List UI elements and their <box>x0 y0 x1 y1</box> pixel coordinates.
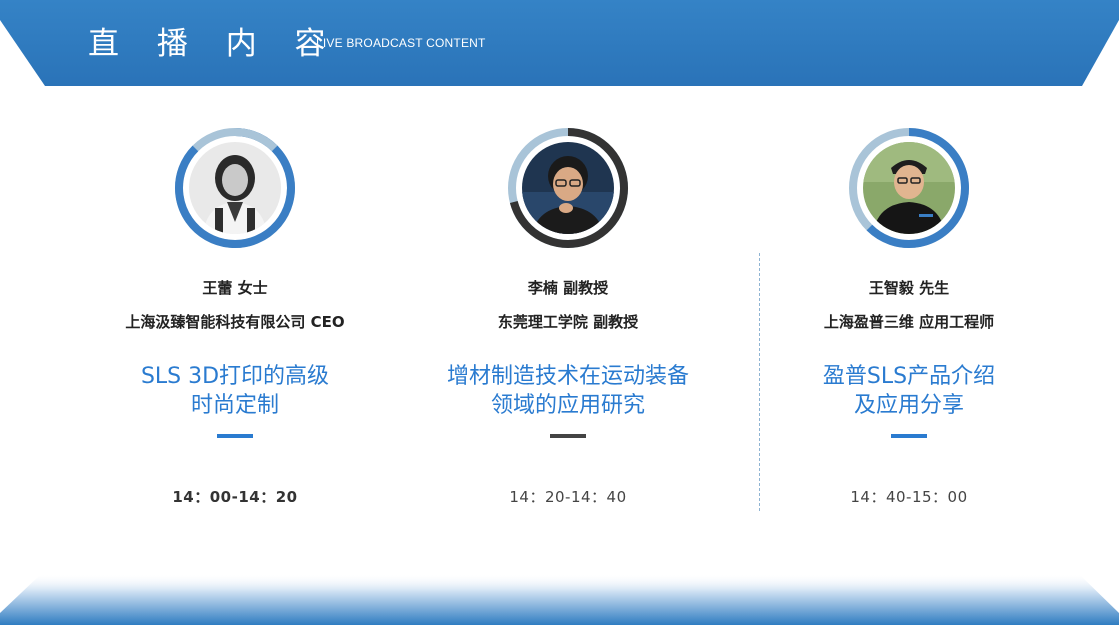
talk-title: 增材制造技术在运动装备 领域的应用研究 <box>388 362 748 420</box>
time-slot: 14：40-15：00 <box>850 488 968 506</box>
accent-bar <box>550 434 586 438</box>
talk-title-line: 时尚定制 <box>190 393 279 418</box>
talk-title: 盈普SLS产品介绍 及应用分享 <box>729 362 1089 420</box>
talk-title-line: 增材制造技术在运动装备 <box>446 364 689 389</box>
speaker-card-1: 王蕾 女士 上海汲臻智能科技有限公司 CEO SLS 3D打印的高级 时尚定制 … <box>55 126 415 507</box>
talk-title-line: 及应用分享 <box>853 393 964 418</box>
avatar-frame <box>173 126 297 250</box>
accent-bar <box>891 434 927 438</box>
speaker-organization: 上海盈普三维 应用工程师 <box>823 313 995 331</box>
time-slot: 14：00-14：20 <box>172 488 298 506</box>
page-title: 直 播 内 容 <box>88 26 340 62</box>
accent-bar <box>217 434 253 438</box>
speaker-card-3: 王智毅 先生 上海盈普三维 应用工程师 盈普SLS产品介绍 及应用分享 14：4… <box>729 126 1089 507</box>
speaker-organization: 东莞理工学院 副教授 <box>497 313 639 331</box>
time-slot: 14：20-14：40 <box>509 488 627 506</box>
speaker-name: 王蕾 女士 <box>202 279 268 297</box>
woman-portrait-icon <box>189 142 281 234</box>
talk-title-line: SLS 3D打印的高级 <box>140 364 330 389</box>
talk-title: SLS 3D打印的高级 时尚定制 <box>55 362 415 420</box>
avatar-frame <box>847 126 971 250</box>
man-portrait-icon <box>863 142 955 234</box>
speaker-card-2: 李楠 副教授 东莞理工学院 副教授 增材制造技术在运动装备 领域的应用研究 14… <box>388 126 748 507</box>
woman-glasses-portrait-icon <box>522 142 614 234</box>
speaker-organization: 上海汲臻智能科技有限公司 CEO <box>125 313 345 331</box>
talk-title-line: 盈普SLS产品介绍 <box>822 364 996 389</box>
avatar-frame <box>506 126 630 250</box>
talk-title-line: 领域的应用研究 <box>490 393 645 418</box>
page-subtitle: LIVE BROADCAST CONTENT <box>316 36 486 50</box>
speaker-name: 王智毅 先生 <box>868 279 950 297</box>
footer-band <box>0 575 1119 625</box>
speaker-name: 李楠 副教授 <box>527 279 609 297</box>
